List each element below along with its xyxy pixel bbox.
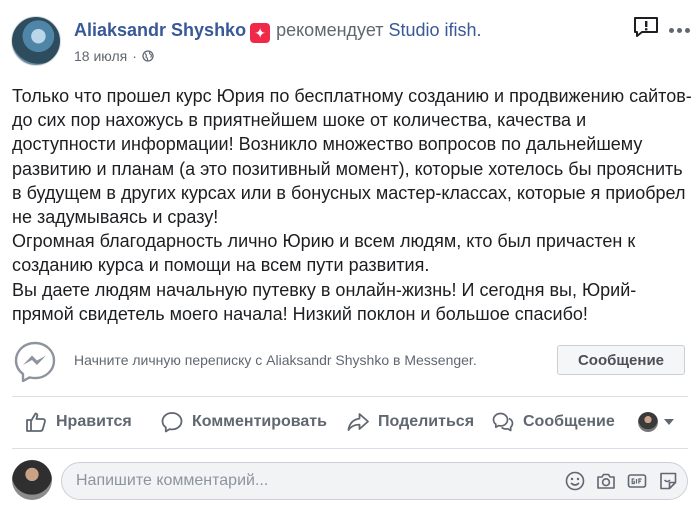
meta-separator: · (132, 48, 137, 64)
messenger-prompt-row: Начните личную переписку с Aliaksandr Sh… (12, 339, 688, 385)
commenter-avatar[interactable] (12, 460, 52, 500)
message-label: Сообщение (523, 413, 615, 430)
post-paragraph: Огромная благодарность лично Юрию и всем… (12, 231, 636, 276)
post-paragraph: Только что прошел курс Юрия по бесплатно… (12, 86, 692, 228)
post-header-title: Aliaksandr Shyshko ✦ рекомендует Studio if… (74, 20, 482, 43)
messenger-icon (14, 341, 56, 383)
camera-icon[interactable] (595, 470, 617, 492)
author-avatar[interactable] (11, 16, 61, 66)
comment-icon (161, 412, 183, 433)
comment-label: Комментировать (192, 413, 327, 430)
comment-button[interactable]: Комментировать (160, 405, 327, 439)
like-icon (26, 412, 46, 432)
messenger-prompt-text: Начните личную переписку с Aliaksandr Sh… (74, 352, 477, 368)
comment-input[interactable] (76, 463, 496, 499)
author-name-link[interactable]: Aliaksandr Shyshko (74, 20, 246, 40)
composer-tools (564, 470, 679, 492)
post-paragraph: Вы даете людям начальную путевку в онлай… (12, 279, 637, 324)
globe-icon (142, 50, 154, 62)
post-actions: Нравится Комментировать Поделиться Сообщ… (0, 405, 700, 439)
post-body: Только что прошел курс Юрия по бесплатно… (12, 84, 694, 326)
post-as-selector[interactable] (638, 405, 674, 439)
post-card: Aliaksandr Shyshko ✦ рекомендует Studio if… (0, 0, 700, 511)
recommend-verb: рекомендует (276, 20, 384, 40)
share-label: Поделиться (378, 413, 475, 430)
more-icon[interactable] (668, 20, 692, 40)
post-meta: 18 июля · (74, 48, 154, 64)
report-icon[interactable] (633, 16, 659, 38)
divider (12, 396, 688, 397)
share-button[interactable]: Поделиться (346, 405, 474, 439)
message-button[interactable]: Сообщение (491, 405, 615, 439)
chevron-down-icon (664, 419, 674, 425)
message-icon (492, 412, 514, 432)
comment-composer (61, 462, 688, 500)
gif-icon[interactable] (626, 470, 648, 492)
recommend-icon: ✦ (250, 23, 271, 43)
emoji-icon[interactable] (564, 470, 586, 492)
page-name-link[interactable]: Studio ifish. (389, 20, 482, 40)
avatar (638, 412, 658, 432)
divider (12, 448, 688, 449)
share-icon (347, 413, 369, 431)
post-date-link[interactable]: 18 июля (74, 48, 127, 64)
sticker-icon[interactable] (657, 470, 679, 492)
like-button[interactable]: Нравится (24, 405, 132, 439)
like-label: Нравится (56, 413, 132, 430)
send-message-button[interactable]: Сообщение (557, 345, 685, 375)
